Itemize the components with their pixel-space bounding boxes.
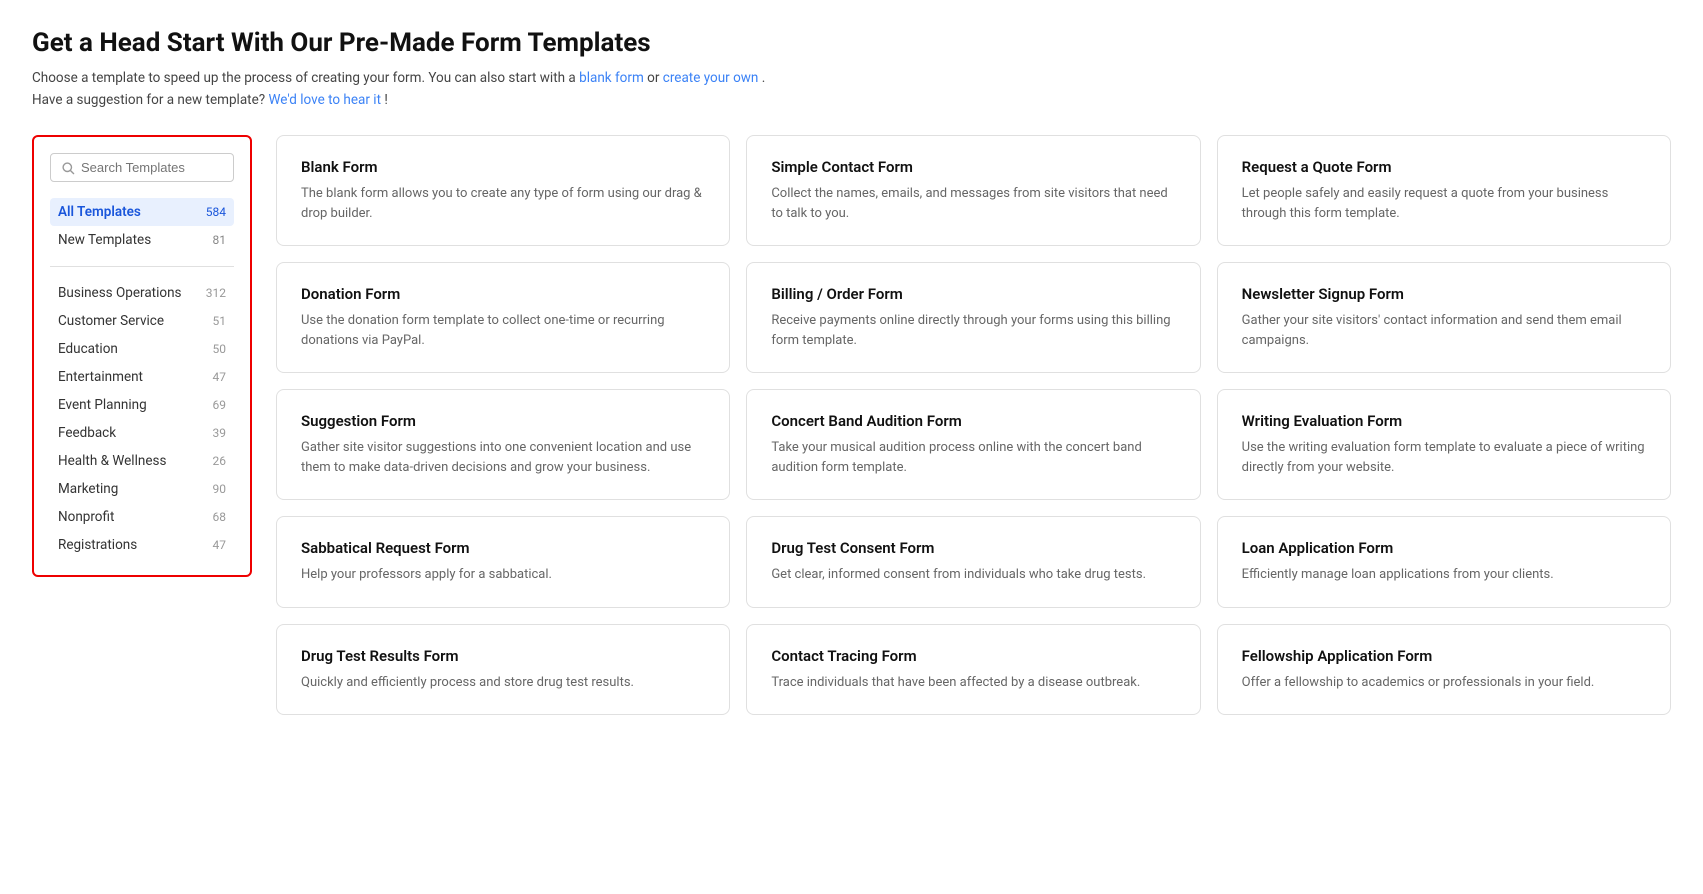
template-card-desc: Gather your site visitors' contact infor… [1242, 311, 1646, 350]
template-card-loan-application-form[interactable]: Loan Application Form Efficiently manage… [1217, 516, 1671, 608]
template-card-fellowship-application-form[interactable]: Fellowship Application Form Offer a fell… [1217, 624, 1671, 716]
template-card-desc: Offer a fellowship to academics or profe… [1242, 673, 1646, 693]
category-count: 69 [213, 398, 227, 412]
template-card-blank-form[interactable]: Blank Form The blank form allows you to … [276, 135, 730, 246]
sidebar-category-customer-service[interactable]: Customer Service 51 [50, 307, 234, 335]
suggestion-link[interactable]: We'd love to hear it [268, 92, 381, 108]
sidebar-category-nonprofit[interactable]: Nonprofit 68 [50, 503, 234, 531]
category-count: 39 [213, 426, 227, 440]
template-card-title: Loan Application Form [1242, 539, 1646, 557]
sidebar-category-health-wellness[interactable]: Health & Wellness 26 [50, 447, 234, 475]
sidebar-primary-item-all-templates[interactable]: All Templates 584 [50, 198, 234, 226]
template-card-title: Request a Quote Form [1242, 158, 1646, 176]
template-card-title: Fellowship Application Form [1242, 647, 1646, 665]
template-card-donation-form[interactable]: Donation Form Use the donation form temp… [276, 262, 730, 373]
sidebar-primary-badge: 81 [213, 233, 227, 247]
sidebar-category-entertainment[interactable]: Entertainment 47 [50, 363, 234, 391]
sidebar-category-education[interactable]: Education 50 [50, 335, 234, 363]
template-card-title: Newsletter Signup Form [1242, 285, 1646, 303]
category-label: Business Operations [58, 285, 182, 301]
template-card-desc: Help your professors apply for a sabbati… [301, 565, 705, 585]
template-card-title: Suggestion Form [301, 412, 705, 430]
template-card-desc: The blank form allows you to create any … [301, 184, 705, 223]
category-count: 312 [206, 286, 226, 300]
template-card-desc: Use the writing evaluation form template… [1242, 438, 1646, 477]
template-card-drug-test-results-form[interactable]: Drug Test Results Form Quickly and effic… [276, 624, 730, 716]
template-card-desc: Collect the names, emails, and messages … [771, 184, 1175, 223]
page-subtitle: Choose a template to speed up the proces… [32, 68, 1671, 111]
category-count: 51 [213, 314, 227, 328]
template-card-desc: Take your musical audition process onlin… [771, 438, 1175, 477]
template-card-title: Writing Evaluation Form [1242, 412, 1646, 430]
template-card-writing-evaluation-form[interactable]: Writing Evaluation Form Use the writing … [1217, 389, 1671, 500]
template-card-desc: Use the donation form template to collec… [301, 311, 705, 350]
category-label: Registrations [58, 537, 137, 553]
template-card-contact-tracing-form[interactable]: Contact Tracing Form Trace individuals t… [746, 624, 1200, 716]
template-card-billing-order-form[interactable]: Billing / Order Form Receive payments on… [746, 262, 1200, 373]
sidebar-primary-nav: All Templates 584 New Templates 81 [50, 198, 234, 254]
category-count: 68 [213, 510, 227, 524]
template-card-desc: Quickly and efficiently process and stor… [301, 673, 705, 693]
template-card-title: Concert Band Audition Form [771, 412, 1175, 430]
sidebar-category-list: Business Operations 312 Customer Service 51… [50, 279, 234, 559]
sidebar-category-registrations[interactable]: Registrations 47 [50, 531, 234, 559]
search-icon [61, 161, 75, 175]
template-card-request-a-quote-form[interactable]: Request a Quote Form Let people safely a… [1217, 135, 1671, 246]
template-card-title: Billing / Order Form [771, 285, 1175, 303]
template-card-desc: Gather site visitor suggestions into one… [301, 438, 705, 477]
category-label: Nonprofit [58, 509, 114, 525]
template-card-title: Simple Contact Form [771, 158, 1175, 176]
template-card-title: Blank Form [301, 158, 705, 176]
category-label: Health & Wellness [58, 453, 166, 469]
sidebar-primary-label: All Templates [58, 204, 141, 220]
template-card-simple-contact-form[interactable]: Simple Contact Form Collect the names, e… [746, 135, 1200, 246]
sidebar: All Templates 584 New Templates 81 Business… [32, 135, 252, 577]
sidebar-primary-badge: 584 [206, 205, 226, 219]
sidebar-category-event-planning[interactable]: Event Planning 69 [50, 391, 234, 419]
sidebar-divider [50, 266, 234, 267]
category-label: Event Planning [58, 397, 147, 413]
create-own-link[interactable]: create your own [663, 70, 759, 86]
category-label: Feedback [58, 425, 116, 441]
search-box[interactable] [50, 153, 234, 182]
category-count: 47 [213, 538, 227, 552]
sidebar-primary-item-new-templates[interactable]: New Templates 81 [50, 226, 234, 254]
template-card-desc: Receive payments online directly through… [771, 311, 1175, 350]
category-count: 90 [213, 482, 227, 496]
templates-grid: Blank Form The blank form allows you to … [276, 135, 1671, 715]
search-input[interactable] [81, 160, 223, 175]
category-label: Marketing [58, 481, 118, 497]
category-label: Customer Service [58, 313, 164, 329]
template-card-title: Sabbatical Request Form [301, 539, 705, 557]
template-card-drug-test-consent-form[interactable]: Drug Test Consent Form Get clear, inform… [746, 516, 1200, 608]
category-count: 50 [213, 342, 227, 356]
blank-form-link[interactable]: blank form [579, 70, 644, 86]
category-label: Entertainment [58, 369, 143, 385]
template-card-desc: Trace individuals that have been affecte… [771, 673, 1175, 693]
template-card-suggestion-form[interactable]: Suggestion Form Gather site visitor sugg… [276, 389, 730, 500]
sidebar-category-marketing[interactable]: Marketing 90 [50, 475, 234, 503]
template-card-desc: Efficiently manage loan applications fro… [1242, 565, 1646, 585]
template-card-desc: Let people safely and easily request a q… [1242, 184, 1646, 223]
template-card-title: Donation Form [301, 285, 705, 303]
template-card-title: Drug Test Consent Form [771, 539, 1175, 557]
template-card-title: Drug Test Results Form [301, 647, 705, 665]
category-count: 47 [213, 370, 227, 384]
sidebar-category-feedback[interactable]: Feedback 39 [50, 419, 234, 447]
sidebar-category-business-operations[interactable]: Business Operations 312 [50, 279, 234, 307]
sidebar-primary-label: New Templates [58, 232, 151, 248]
page-title: Get a Head Start With Our Pre-Made Form … [32, 28, 1671, 58]
template-card-sabbatical-request-form[interactable]: Sabbatical Request Form Help your profes… [276, 516, 730, 608]
template-card-concert-band-audition-form[interactable]: Concert Band Audition Form Take your mus… [746, 389, 1200, 500]
category-label: Education [58, 341, 118, 357]
template-card-newsletter-signup-form[interactable]: Newsletter Signup Form Gather your site … [1217, 262, 1671, 373]
template-card-desc: Get clear, informed consent from individ… [771, 565, 1175, 585]
category-count: 26 [213, 454, 227, 468]
template-card-title: Contact Tracing Form [771, 647, 1175, 665]
